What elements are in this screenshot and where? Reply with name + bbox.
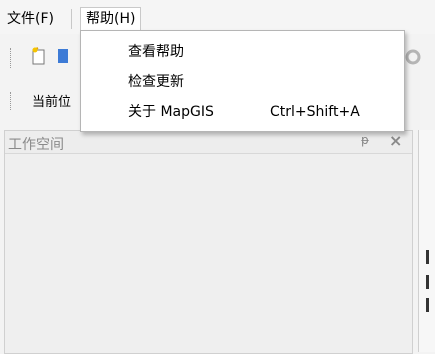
menu-item-label: 查看帮助 (128, 44, 184, 60)
toolbar-grip[interactable] (10, 48, 14, 68)
workspace-title: 工作空间 (8, 137, 64, 153)
menu-file[interactable]: 文件(F) (4, 8, 57, 30)
refresh-icon[interactable] (404, 48, 422, 66)
menu-item-view-help[interactable]: 查看帮助 (81, 41, 404, 63)
help-menu-dropdown: 查看帮助 检查更新 关于 MapGIS Ctrl+Shift+A (80, 30, 405, 132)
edge-marker (426, 250, 429, 264)
workspace-header: 工作空间 ᵽ × (5, 131, 412, 154)
edge-marker (426, 275, 429, 289)
menu-item-label: 检查更新 (128, 74, 184, 90)
close-icon[interactable]: × (389, 131, 402, 150)
right-panel-edge (418, 130, 435, 352)
menu-help[interactable]: 帮助(H) (80, 7, 142, 30)
pin-icon[interactable]: ᵽ (361, 133, 369, 147)
workspace-panel: 工作空间 ᵽ × (4, 130, 413, 354)
new-document-icon[interactable] (30, 47, 48, 65)
menu-bar (0, 0, 435, 34)
current-position-label: 当前位 (32, 95, 72, 110)
open-file-icon[interactable] (57, 47, 69, 65)
toolbar-grip-2[interactable] (10, 92, 14, 110)
menu-separator (71, 9, 72, 29)
menu-item-shortcut: Ctrl+Shift+A (270, 104, 360, 120)
menu-item-about[interactable]: 关于 MapGIS Ctrl+Shift+A (81, 101, 404, 123)
edge-marker (426, 298, 429, 312)
menu-item-label: 关于 MapGIS (128, 104, 214, 120)
menu-item-check-update[interactable]: 检查更新 (81, 71, 404, 93)
